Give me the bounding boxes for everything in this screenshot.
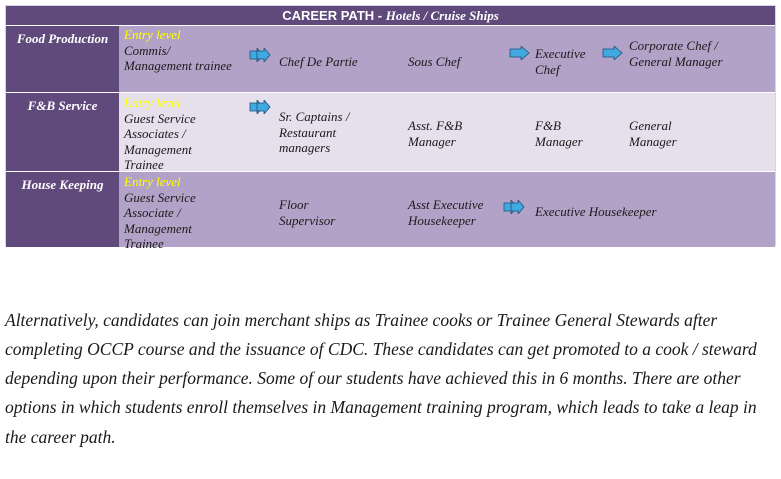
body-paragraph: Alternatively, candidates can join merch… [5, 309, 757, 447]
double-arrow-icon [249, 48, 271, 62]
role-executive-chef: Executive Chef [535, 46, 586, 77]
career-path-table: CAREER PATH - Hotels / Cruise Ships Food… [5, 5, 776, 251]
table-title: CAREER PATH - Hotels / Cruise Ships [6, 6, 775, 25]
entry-level-label: Entry level [124, 95, 181, 110]
dept-label: Food Production [6, 26, 119, 92]
role-general-manager: General Manager [629, 118, 677, 149]
table-title-sub: Hotels / Cruise Ships [385, 8, 499, 23]
role-entry: Commis/ Management trainee [124, 42, 232, 74]
role-asst-exec-housekeeper: Asst Executive Housekeeper [408, 197, 484, 228]
entry-cell: Entry level Commis/ Management trainee [124, 27, 234, 74]
entry-cell: Entry level Guest Service Associate / Ma… [124, 174, 224, 252]
role-executive-housekeeper: Executive Housekeeper [535, 204, 657, 219]
entry-level-label: Entry level [124, 174, 181, 189]
arrow-right-icon [602, 46, 623, 60]
role-entry: Guest Service Associates / Management Tr… [124, 110, 196, 173]
double-arrow-icon [503, 200, 525, 214]
entry-level-label: Entry level [124, 27, 181, 42]
role-asst-fb-manager: Asst. F&B Manager [408, 118, 463, 149]
role-floor-supervisor: Floor Supervisor [279, 197, 336, 228]
role-entry: Guest Service Associate / Management Tra… [124, 189, 196, 252]
role-sous-chef: Sous Chef [408, 54, 461, 69]
dept-label: F&B Service [6, 93, 119, 171]
double-arrow-icon [249, 100, 271, 114]
row-house-keeping: House Keeping Entry level Guest Service … [6, 172, 775, 251]
role-fb-manager: F&B Manager [535, 118, 583, 149]
row-fb-service: F&B Service Entry level Guest Service As… [6, 93, 775, 173]
role-chef-de-partie: Chef De Partie [279, 54, 358, 69]
table-title-main: CAREER PATH - [282, 8, 383, 23]
row-food-production: Food Production Entry level Commis/ Mana… [6, 26, 775, 92]
entry-cell: Entry level Guest Service Associates / M… [124, 95, 234, 173]
role-corporate-chef: Corporate Chef / General Manager [629, 38, 723, 69]
dept-label: House Keeping [6, 172, 119, 247]
arrow-right-icon [509, 46, 530, 60]
role-sr-captains: Sr. Captains / Restaurant managers [279, 109, 350, 155]
